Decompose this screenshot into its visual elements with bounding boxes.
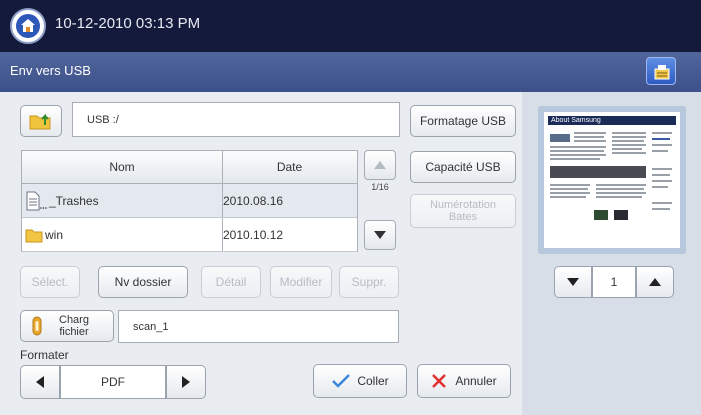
format-usb-button[interactable]: Formatage USB	[410, 105, 516, 137]
page-indicator: 1/16	[364, 182, 396, 218]
format-label: Formater	[20, 348, 69, 362]
page-indicator-text: 1/16	[371, 182, 389, 192]
job-status-button[interactable]	[646, 57, 676, 85]
file-date: 2010.08.16	[223, 193, 284, 208]
detail-button: Détail	[201, 266, 261, 298]
cancel-label: Annuler	[455, 374, 497, 388]
bates-numbering-label: Numérotation Bates	[429, 199, 497, 223]
delete-button: Suppr.	[339, 266, 399, 298]
preview-page-up-button[interactable]	[636, 266, 674, 298]
document-preview: About Samsung	[538, 106, 686, 254]
job-status-icon	[654, 65, 670, 80]
preview-doc-title: About Samsung	[548, 116, 676, 125]
scroll-down-button[interactable]	[364, 220, 396, 250]
scroll-up-button[interactable]	[364, 150, 396, 180]
folder-up-button[interactable]	[20, 105, 62, 137]
file-name: win	[45, 227, 64, 242]
main-panel: USB :/ Formatage USB Capacité USB Numéro…	[8, 92, 522, 415]
format-value: PDF	[60, 365, 166, 399]
preview-panel: About Samsung 1	[522, 92, 701, 415]
home-icon	[16, 14, 40, 38]
title-bar: Env vers USB	[0, 52, 701, 92]
table-row[interactable]: win 2010.10.12	[22, 218, 357, 252]
triangle-up-icon	[649, 278, 661, 286]
usb-capacity-button[interactable]: Capacité USB	[410, 151, 516, 183]
paste-button[interactable]: Coller	[313, 364, 407, 398]
page-title: Env vers USB	[10, 63, 91, 78]
file-name-button-label-1: Charg	[59, 314, 89, 326]
file-date: 2010.10.12	[223, 227, 284, 242]
datetime: 10-12-2010 03:13 PM	[55, 15, 201, 32]
triangle-up-icon	[374, 161, 386, 169]
file-table: Nom Date _Trashes 2010.08.16 win 2010.10…	[21, 150, 358, 252]
file-name-button-label-2: fichier	[59, 326, 89, 338]
triangle-right-icon	[182, 376, 190, 388]
select-button: Sélect.	[20, 266, 80, 298]
column-header-date[interactable]: Date	[222, 151, 357, 183]
paperclip-icon	[32, 316, 42, 336]
triangle-down-icon	[374, 231, 386, 239]
preview-page-number: 1	[592, 266, 636, 298]
format-prev-button[interactable]	[20, 365, 60, 399]
column-header-name[interactable]: Nom	[22, 151, 223, 183]
preview-page-down-button[interactable]	[554, 266, 592, 298]
file-icon	[25, 191, 47, 211]
table-row[interactable]: _Trashes 2010.08.16	[22, 184, 357, 218]
format-next-button[interactable]	[166, 365, 206, 399]
paste-label: Coller	[357, 374, 389, 388]
status-bar: 10-12-2010 03:13 PM	[0, 0, 701, 52]
file-name: _Trashes	[49, 193, 99, 208]
modify-button: Modifier	[270, 266, 332, 298]
triangle-down-icon	[567, 278, 579, 286]
close-icon	[432, 374, 447, 388]
folder-up-icon	[29, 113, 51, 130]
cancel-button[interactable]: Annuler	[417, 364, 511, 398]
path-field[interactable]: USB :/	[72, 102, 400, 137]
triangle-left-icon	[36, 376, 44, 388]
table-header: Nom Date	[22, 151, 357, 184]
file-name-cell: win	[22, 218, 223, 251]
table-scroll: 1/16	[364, 150, 396, 252]
new-folder-button[interactable]: Nv dossier	[98, 266, 188, 298]
folder-icon	[25, 227, 43, 243]
checkmark-icon	[332, 374, 351, 388]
file-name-button[interactable]: Charg fichier	[20, 310, 114, 342]
home-button[interactable]	[10, 8, 46, 44]
file-name-field[interactable]: scan_1	[118, 310, 399, 343]
bates-numbering-button: Numérotation Bates	[410, 194, 516, 228]
file-name-cell: _Trashes	[22, 184, 223, 217]
